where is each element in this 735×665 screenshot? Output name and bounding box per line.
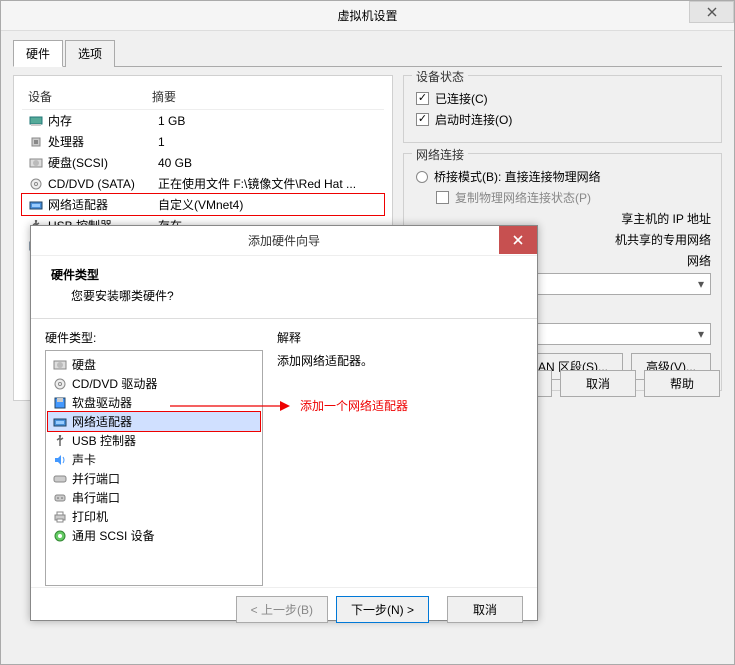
- tab-hardware[interactable]: 硬件: [13, 40, 63, 67]
- hardware-type-label: 通用 SCSI 设备: [72, 527, 155, 544]
- hardware-type-item[interactable]: USB 控制器: [48, 431, 260, 450]
- device-summary: 自定义(VMnet4): [158, 196, 384, 213]
- device-summary: 40 GB: [158, 156, 384, 170]
- hardware-row[interactable]: 网络适配器自定义(VMnet4): [22, 194, 384, 215]
- device-summary: 正在使用文件 F:\镜像文件\Red Hat ...: [158, 175, 384, 192]
- device-summary: 1: [158, 135, 384, 149]
- group-title: 设备状态: [412, 68, 468, 85]
- wizard-header-title: 硬件类型: [51, 266, 517, 283]
- wizard-desc-label: 解释: [277, 329, 523, 346]
- bridge-radio[interactable]: [416, 171, 428, 183]
- network-icon: [52, 415, 68, 429]
- printer-icon: [52, 510, 68, 524]
- sound-icon: [52, 453, 68, 467]
- connect-poweron-checkbox[interactable]: [416, 113, 429, 126]
- hardware-row[interactable]: 处理器1: [22, 131, 384, 152]
- hardware-type-label: 硬盘: [72, 356, 96, 373]
- hardware-type-label: 声卡: [72, 451, 96, 468]
- wizard-cancel-button[interactable]: 取消: [447, 596, 523, 623]
- bridge-label: 桥接模式(B): 直接连接物理网络: [434, 168, 601, 185]
- group-title: 网络连接: [412, 146, 468, 163]
- wizard-desc-text: 添加网络适配器。: [277, 352, 523, 369]
- usb-icon: [52, 434, 68, 448]
- hardware-type-item[interactable]: 硬盘: [48, 355, 260, 374]
- hardware-type-item[interactable]: 通用 SCSI 设备: [48, 526, 260, 545]
- close-button[interactable]: [689, 1, 734, 23]
- cancel-button[interactable]: 取消: [560, 370, 636, 397]
- hardware-type-label: 网络适配器: [72, 413, 132, 430]
- disk-icon: [28, 156, 44, 170]
- device-name: 内存: [48, 112, 158, 129]
- close-icon: [707, 7, 717, 17]
- add-hardware-wizard: 添加硬件向导 硬件类型 您要安装哪类硬件? 硬件类型: 硬盘 CD/DVD 驱动器…: [30, 225, 538, 621]
- device-name: 网络适配器: [48, 196, 158, 213]
- hardware-row[interactable]: 硬盘(SCSI)40 GB: [22, 152, 384, 173]
- device-status-group: 设备状态 已连接(C) 启动时连接(O): [403, 75, 722, 143]
- wizard-header-sub: 您要安装哪类硬件?: [71, 287, 517, 304]
- wizard-list-label: 硬件类型:: [45, 329, 263, 346]
- wizard-title: 添加硬件向导: [248, 232, 320, 249]
- parallel-icon: [52, 472, 68, 486]
- hardware-row[interactable]: 内存1 GB: [22, 110, 384, 131]
- back-button[interactable]: < 上一步(B): [236, 596, 328, 623]
- hardware-type-label: CD/DVD 驱动器: [72, 375, 157, 392]
- connected-label: 已连接(C): [435, 90, 488, 107]
- chevron-down-icon: ▾: [698, 277, 704, 291]
- network-icon: [28, 198, 44, 212]
- cpu-icon: [28, 135, 44, 149]
- connected-checkbox[interactable]: [416, 92, 429, 105]
- floppy-icon: [52, 396, 68, 410]
- hardware-type-label: 软盘驱动器: [72, 394, 132, 411]
- wizard-titlebar: 添加硬件向导: [31, 226, 537, 256]
- cd-icon: [52, 377, 68, 391]
- next-button[interactable]: 下一步(N) >: [336, 596, 429, 623]
- serial-icon: [52, 491, 68, 505]
- hardware-type-item[interactable]: 网络适配器: [48, 412, 260, 431]
- device-summary: 1 GB: [158, 114, 384, 128]
- device-name: 处理器: [48, 133, 158, 150]
- col-device: 设备: [22, 88, 152, 105]
- hardware-type-item[interactable]: 串行端口: [48, 488, 260, 507]
- wizard-footer: < 上一步(B) 下一步(N) > 取消: [31, 587, 537, 631]
- connect-poweron-label: 启动时连接(O): [435, 111, 512, 128]
- hardware-type-item[interactable]: 声卡: [48, 450, 260, 469]
- hardware-type-label: 串行端口: [72, 489, 120, 506]
- scsi-icon: [52, 529, 68, 543]
- replicate-checkbox[interactable]: [436, 191, 449, 204]
- hardware-type-item[interactable]: 软盘驱动器: [48, 393, 260, 412]
- hardware-type-item[interactable]: CD/DVD 驱动器: [48, 374, 260, 393]
- wizard-header: 硬件类型 您要安装哪类硬件?: [31, 256, 537, 319]
- col-summary: 摘要: [152, 88, 384, 105]
- disk-icon: [52, 358, 68, 372]
- replicate-label: 复制物理网络连接状态(P): [455, 189, 591, 206]
- device-name: CD/DVD (SATA): [48, 177, 158, 191]
- cd-icon: [28, 177, 44, 191]
- hardware-type-label: 并行端口: [72, 470, 120, 487]
- device-name: 硬盘(SCSI): [48, 154, 158, 171]
- hardware-type-item[interactable]: 打印机: [48, 507, 260, 526]
- hardware-type-label: USB 控制器: [72, 432, 136, 449]
- main-title: 虚拟机设置: [337, 7, 397, 24]
- hardware-table-header: 设备 摘要: [22, 84, 384, 110]
- close-icon: [513, 235, 523, 245]
- hardware-row[interactable]: CD/DVD (SATA)正在使用文件 F:\镜像文件\Red Hat ...: [22, 173, 384, 194]
- chevron-down-icon: ▾: [698, 327, 704, 341]
- hardware-type-item[interactable]: 并行端口: [48, 469, 260, 488]
- main-titlebar: 虚拟机设置: [1, 1, 734, 31]
- tabs: 硬件 选项: [13, 39, 722, 67]
- tab-options[interactable]: 选项: [65, 40, 115, 67]
- hardware-type-label: 打印机: [72, 508, 108, 525]
- help-button[interactable]: 帮助: [644, 370, 720, 397]
- memory-icon: [28, 114, 44, 128]
- wizard-close-button[interactable]: [499, 226, 537, 254]
- hardware-type-list[interactable]: 硬盘 CD/DVD 驱动器软盘驱动器网络适配器 USB 控制器声卡并行端口串行端口打…: [45, 350, 263, 586]
